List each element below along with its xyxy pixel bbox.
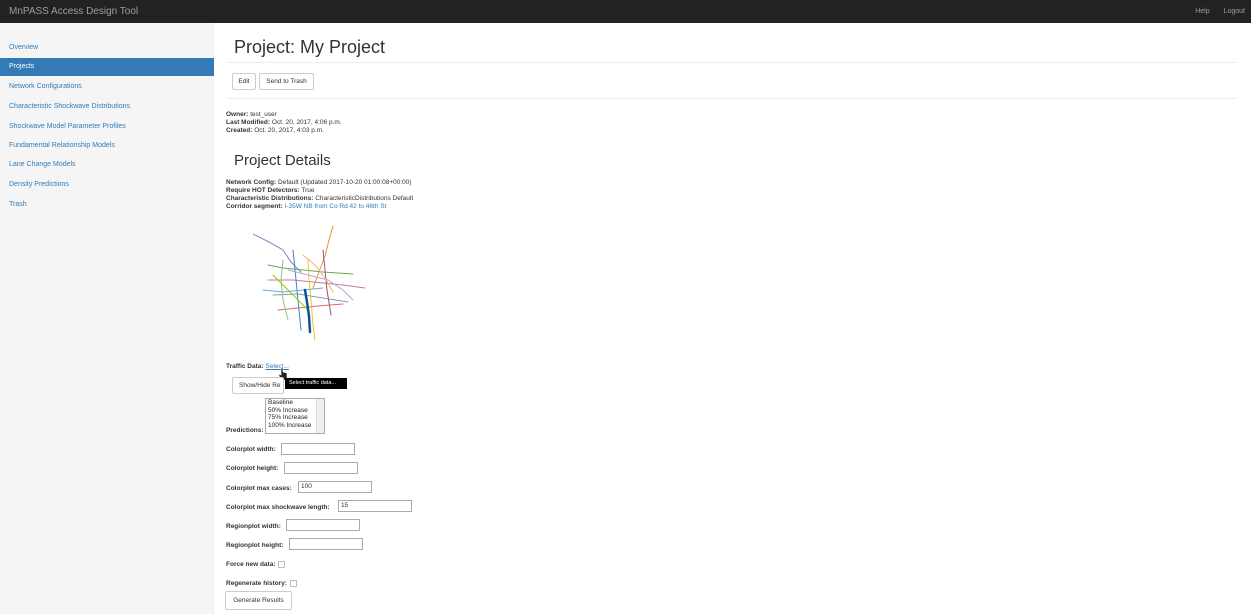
sidebar-item-fundamental-models[interactable]: Fundamental Relationship Models bbox=[0, 137, 214, 155]
logout-link[interactable]: Logout bbox=[1224, 8, 1245, 15]
created-line: Created: Oct. 20, 2017, 4:03 p.m. bbox=[226, 127, 324, 134]
regenerate-history-label: Regenerate history: bbox=[226, 580, 288, 587]
modified-label: Last Modified: bbox=[226, 119, 271, 126]
sidebar-item-density-predictions[interactable]: Density Predictions bbox=[0, 176, 214, 194]
hot-value: True bbox=[301, 187, 315, 194]
owner-value: test_user bbox=[250, 111, 277, 118]
network-map bbox=[253, 225, 366, 341]
regionplot-height-input[interactable] bbox=[289, 538, 363, 550]
force-new-data-checkbox[interactable] bbox=[278, 561, 285, 568]
created-label: Created: bbox=[226, 127, 253, 134]
details-title: Project Details bbox=[234, 152, 331, 169]
colorplot-max-shockwave-input[interactable]: 15 bbox=[338, 500, 412, 512]
predictions-listbox[interactable]: Baseline 50% Increase 75% Increase 100% … bbox=[265, 398, 325, 434]
regionplot-height-label: Regionplot height: bbox=[226, 542, 284, 549]
actions-divider bbox=[227, 98, 1237, 99]
regionplot-width-label: Regionplot width: bbox=[226, 523, 281, 530]
sidebar: Overview Projects Network Configurations… bbox=[0, 23, 214, 614]
nav-right: Help Logout bbox=[1183, 8, 1245, 15]
generate-results-button[interactable]: Generate Results bbox=[225, 591, 292, 610]
colorplot-height-input[interactable] bbox=[284, 462, 358, 474]
listbox-scrollbar[interactable] bbox=[316, 399, 324, 433]
distributions-value: CharacteristicDistributions Default bbox=[315, 195, 414, 202]
distributions-label: Characteristic Distributions: bbox=[226, 195, 314, 202]
corridor-link[interactable]: I-35W NB from Co Rd 42 to 46th St bbox=[285, 203, 387, 210]
sidebar-item-network-configurations[interactable]: Network Configurations bbox=[0, 78, 214, 96]
modified-value: Oct. 20, 2017, 4:06 p.m. bbox=[271, 119, 342, 126]
force-new-data-label: Force new data: bbox=[226, 561, 276, 568]
send-to-trash-button[interactable]: Send to Trash bbox=[259, 73, 314, 90]
corridor-line: Corridor segment: I-35W NB from Co Rd 42… bbox=[226, 203, 386, 210]
tooltip: Select traffic data... bbox=[285, 378, 347, 389]
colorplot-height-label: Colorplot height: bbox=[226, 465, 279, 472]
colorplot-width-input[interactable] bbox=[281, 443, 355, 455]
sidebar-item-projects[interactable]: Projects bbox=[0, 58, 214, 76]
help-link[interactable]: Help bbox=[1195, 8, 1209, 15]
sidebar-item-lane-change-models[interactable]: Lane Change Models bbox=[0, 156, 214, 174]
hot-line: Require HOT Detectors: True bbox=[226, 187, 315, 194]
sidebar-item-parameter-profiles[interactable]: Shockwave Model Parameter Profiles bbox=[0, 118, 214, 136]
owner-line: Owner: test_user bbox=[226, 111, 277, 118]
edit-button[interactable]: Edit bbox=[232, 73, 256, 90]
network-label: Network Config: bbox=[226, 179, 277, 186]
predictions-label: Predictions: bbox=[226, 427, 264, 434]
created-value: Oct. 20, 2017, 4:03 p.m. bbox=[254, 127, 324, 134]
colorplot-max-cases-input[interactable]: 100 bbox=[298, 481, 372, 493]
traffic-label: Traffic Data: bbox=[226, 363, 264, 370]
distributions-line: Characteristic Distributions: Characteri… bbox=[226, 195, 413, 202]
title-divider bbox=[227, 62, 1237, 63]
regenerate-history-checkbox[interactable] bbox=[290, 580, 297, 587]
colorplot-max-shockwave-label: Colorplot max shockwave length: bbox=[226, 504, 330, 511]
sidebar-item-trash[interactable]: Trash bbox=[0, 196, 214, 214]
sidebar-item-overview[interactable]: Overview bbox=[0, 39, 214, 57]
network-value: Default (Updated 2017-10-20 01:00:08+00:… bbox=[278, 179, 412, 186]
modified-line: Last Modified: Oct. 20, 2017, 4:06 p.m. bbox=[226, 119, 342, 126]
colorplot-max-cases-label: Colorplot max cases: bbox=[226, 485, 292, 492]
app-title[interactable]: MnPASS Access Design Tool bbox=[9, 6, 138, 17]
hot-label: Require HOT Detectors: bbox=[226, 187, 300, 194]
owner-label: Owner: bbox=[226, 111, 249, 118]
colorplot-width-label: Colorplot width: bbox=[226, 446, 276, 453]
top-navbar: MnPASS Access Design Tool Help Logout bbox=[0, 0, 1251, 23]
show-hide-results-button[interactable]: Show/Hide Re bbox=[232, 377, 284, 394]
corridor-label: Corridor segment: bbox=[226, 203, 283, 210]
main-content: Project: My Project Edit Send to Trash O… bbox=[215, 23, 1251, 614]
network-line: Network Config: Default (Updated 2017-10… bbox=[226, 179, 412, 186]
sidebar-item-shockwave-distributions[interactable]: Characteristic Shockwave Distributions bbox=[0, 98, 214, 116]
regionplot-width-input[interactable] bbox=[286, 519, 360, 531]
page-title: Project: My Project bbox=[234, 37, 386, 57]
